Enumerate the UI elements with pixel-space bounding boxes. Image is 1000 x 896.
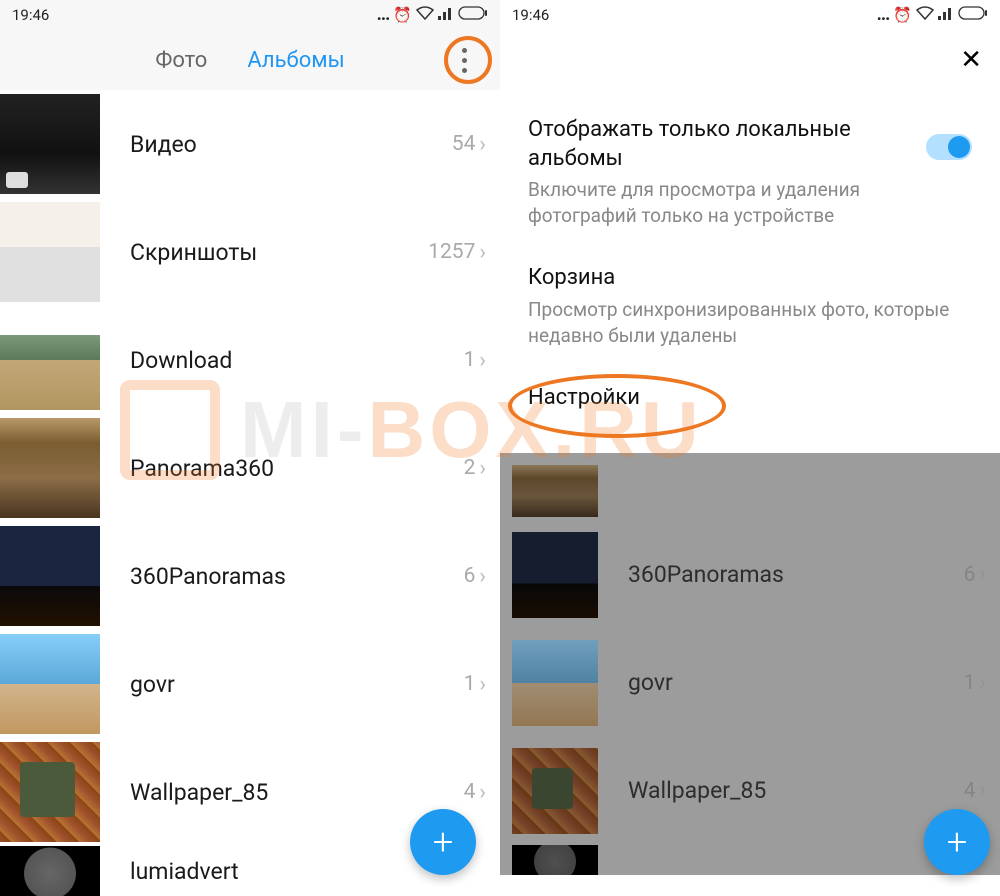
album-title: Скриншоты bbox=[130, 239, 428, 266]
album-count: 54 bbox=[452, 132, 476, 156]
close-button[interactable]: ✕ bbox=[960, 45, 982, 75]
menu-item-local-albums[interactable]: Отображать только локальные альбомы Вклю… bbox=[528, 98, 972, 246]
album-count: 4 bbox=[964, 779, 976, 803]
album-count: 1 bbox=[464, 672, 476, 696]
status-time: 19:46 bbox=[12, 6, 49, 24]
wifi-icon bbox=[916, 6, 934, 24]
album-title: govr bbox=[130, 671, 464, 698]
menu-item-trash[interactable]: Корзина Просмотр синхронизированных фото… bbox=[528, 246, 972, 366]
chevron-right-icon: › bbox=[979, 670, 986, 695]
album-thumb bbox=[0, 526, 100, 626]
chevron-right-icon: › bbox=[479, 240, 486, 265]
toggle-local-albums[interactable] bbox=[926, 134, 972, 160]
album-thumb bbox=[0, 94, 100, 194]
album-count: 2 bbox=[464, 456, 476, 480]
album-thumb bbox=[0, 634, 100, 734]
album-count: 1 bbox=[964, 671, 976, 695]
album-thumb bbox=[512, 465, 598, 517]
chevron-right-icon: › bbox=[479, 348, 486, 373]
album-count: 1 bbox=[464, 348, 476, 372]
album-row[interactable] bbox=[500, 461, 1000, 521]
fab-add-button[interactable]: + bbox=[410, 809, 476, 875]
status-icons: ... ⏰ bbox=[377, 6, 488, 24]
album-count: 1257 bbox=[428, 240, 475, 264]
plus-icon: + bbox=[947, 821, 967, 863]
album-count: 4 bbox=[464, 780, 476, 804]
album-title: Panorama360 bbox=[130, 455, 464, 482]
album-row[interactable]: 360Panoramas 6 › bbox=[500, 521, 1000, 629]
album-list[interactable]: Видео 54 › Скриншоты 1257 › Download 1 ›… bbox=[0, 90, 500, 896]
settings-header: ✕ bbox=[500, 30, 1000, 90]
album-title: Видео bbox=[130, 131, 452, 158]
chevron-right-icon: › bbox=[479, 672, 486, 697]
album-count: 6 bbox=[964, 563, 976, 587]
menu-item-settings[interactable]: Настройки bbox=[528, 366, 972, 435]
close-icon: ✕ bbox=[960, 45, 982, 75]
album-row[interactable]: Скриншоты 1257 › bbox=[0, 198, 500, 306]
album-title: Wallpaper_85 bbox=[628, 777, 964, 804]
album-row[interactable]: Download 1 › bbox=[0, 306, 500, 414]
album-row[interactable]: govr 1 › bbox=[500, 629, 1000, 737]
album-thumb bbox=[512, 845, 598, 875]
wifi-icon bbox=[416, 6, 434, 24]
album-row[interactable]: govr 1 › bbox=[0, 630, 500, 738]
menu-item-subtitle: Просмотр синхронизированных фото, которы… bbox=[528, 297, 972, 348]
menu-item-title: Корзина bbox=[528, 264, 972, 293]
tabs-header: Фото Альбомы bbox=[0, 30, 500, 90]
statusbar: 19:46 ... ⏰ bbox=[500, 0, 1000, 30]
album-thumb bbox=[0, 418, 100, 518]
menu-item-title: Отображать только локальные альбомы bbox=[528, 116, 972, 173]
album-thumb bbox=[0, 742, 100, 842]
album-row[interactable]: 360Panoramas 6 › bbox=[0, 522, 500, 630]
signal-icon bbox=[438, 6, 454, 24]
album-thumb bbox=[512, 748, 598, 834]
alarm-icon: ⏰ bbox=[893, 6, 912, 24]
album-thumb bbox=[0, 202, 100, 302]
tab-photo[interactable]: Фото bbox=[135, 48, 227, 73]
status-icons: ... ⏰ bbox=[877, 6, 988, 24]
album-count: 6 bbox=[464, 564, 476, 588]
more-icon: ... bbox=[877, 6, 890, 24]
album-title: 360Panoramas bbox=[130, 563, 464, 590]
status-time: 19:46 bbox=[512, 6, 549, 24]
album-title: Download bbox=[130, 347, 464, 374]
settings-menu: Отображать только локальные альбомы Вклю… bbox=[500, 90, 1000, 453]
phone-left-screenshot: 19:46 ... ⏰ Фото Альбомы bbox=[0, 0, 500, 889]
album-row[interactable]: Wallpaper_85 4 › bbox=[500, 737, 1000, 845]
chevron-right-icon: › bbox=[979, 778, 986, 803]
fab-add-button[interactable]: + bbox=[924, 809, 990, 875]
album-title: 360Panoramas bbox=[628, 561, 964, 588]
chevron-right-icon: › bbox=[479, 780, 486, 805]
more-icon: ... bbox=[377, 6, 390, 24]
album-thumb bbox=[512, 532, 598, 618]
tab-albums[interactable]: Альбомы bbox=[227, 48, 364, 73]
overflow-menu-button[interactable] bbox=[442, 38, 486, 82]
menu-item-title: Настройки bbox=[528, 384, 972, 413]
album-title: govr bbox=[628, 669, 964, 696]
dots-vertical-icon bbox=[462, 48, 467, 73]
battery-icon bbox=[958, 6, 988, 24]
signal-icon bbox=[938, 6, 954, 24]
alarm-icon: ⏰ bbox=[393, 6, 412, 24]
album-row[interactable]: Panorama360 2 › bbox=[0, 414, 500, 522]
chevron-right-icon: › bbox=[479, 132, 486, 157]
chevron-right-icon: › bbox=[479, 564, 486, 589]
chevron-right-icon: › bbox=[979, 562, 986, 587]
chevron-right-icon: › bbox=[479, 456, 486, 481]
menu-item-subtitle: Включите для просмотра и удаления фотогр… bbox=[528, 177, 972, 228]
album-thumb bbox=[0, 310, 100, 410]
album-title: Wallpaper_85 bbox=[130, 779, 464, 806]
plus-icon: + bbox=[433, 821, 453, 863]
statusbar: 19:46 ... ⏰ bbox=[0, 0, 500, 30]
battery-icon bbox=[458, 6, 488, 24]
album-row[interactable]: Видео 54 › bbox=[0, 90, 500, 198]
dimmed-album-list: 360Panoramas 6 › govr 1 › Wallpaper_85 4… bbox=[500, 453, 1000, 875]
album-thumb bbox=[512, 640, 598, 726]
phone-right-screenshot: 19:46 ... ⏰ ✕ Отображать bbox=[500, 0, 1000, 889]
